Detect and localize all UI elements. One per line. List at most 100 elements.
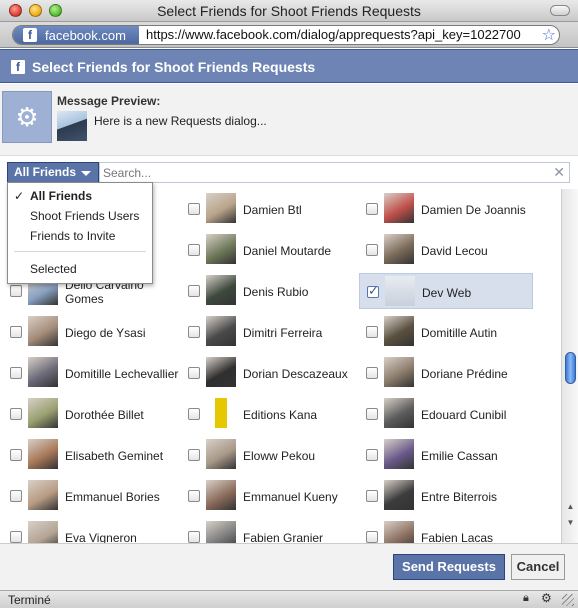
facebook-logo-icon: f [11,60,25,74]
friend-item[interactable]: Emmanuel Kueny [181,478,355,514]
friend-checkbox[interactable] [188,449,200,461]
friend-item[interactable]: Eloww Pekou [181,437,355,473]
friend-checkbox[interactable] [188,408,200,420]
site-name: facebook.com [45,27,126,43]
search-input[interactable] [100,163,540,182]
friend-checkbox[interactable] [366,531,378,543]
friend-checkbox[interactable] [366,326,378,338]
friend-avatar [206,357,236,387]
menu-item-label: Friends to Invite [30,229,116,243]
friend-name-text: Doriane Prédine [421,367,508,381]
friend-checkbox[interactable] [367,283,379,299]
send-requests-button[interactable]: Send Requests [393,554,505,580]
friend-checkbox[interactable] [188,531,200,543]
friend-item[interactable]: Fabien Granier [181,519,355,543]
friend-item[interactable]: Dorian Descazeaux [181,355,355,391]
friend-checkbox[interactable] [10,531,22,543]
friend-avatar [385,276,415,306]
friend-name-text: Fabien Lacas [421,531,494,543]
friend-avatar [28,357,58,387]
sender-avatar [57,111,87,141]
scrollbar-thumb[interactable] [565,352,576,384]
friend-name: Edouard Cunibil [421,400,539,430]
friend-item[interactable]: Damien Btl [181,191,355,227]
friend-checkbox[interactable] [366,449,378,461]
resize-grip[interactable] [562,594,574,606]
friend-checkbox[interactable] [366,203,378,215]
filter-menu: ✓ All Friends Shoot Friends Users Friend… [7,182,153,284]
friend-item[interactable]: Entre Biterrois [359,478,533,514]
friend-name: Dorothée Billet [65,400,183,430]
friend-checkbox[interactable] [10,367,22,379]
friend-avatar [384,193,414,223]
friend-item[interactable]: Doriane Prédine [359,355,533,391]
friend-avatar [206,439,236,469]
menu-item-selected[interactable]: Selected [8,260,152,278]
friend-checkbox[interactable] [188,490,200,502]
friends-scrollbar[interactable]: ▲ ▼ [561,189,578,543]
friend-checkbox[interactable] [10,326,22,338]
friend-checkbox[interactable] [188,244,200,256]
friend-checkbox[interactable] [366,367,378,379]
cancel-button[interactable]: Cancel [511,554,565,580]
window-titlebar: Select Friends for Shoot Friends Request… [0,0,578,22]
message-preview: ⚙ Message Preview: Here is a new Request… [0,84,578,156]
address-bar: f facebook.com https://www.facebook.com/… [0,22,578,48]
friend-avatar [28,480,58,510]
friend-checkbox[interactable] [10,490,22,502]
friend-item[interactable]: Dev Web [359,273,533,309]
friend-name: Emmanuel Bories [65,482,183,512]
friend-item[interactable]: Dorothée Billet [3,396,177,432]
clear-search-icon[interactable]: ✕ [553,164,565,181]
url-field[interactable]: f facebook.com https://www.facebook.com/… [12,25,560,45]
menu-item-all-friends[interactable]: ✓ All Friends [8,187,152,205]
friend-checkbox[interactable] [188,285,200,297]
friend-avatar [206,193,236,223]
site-identity-badge[interactable]: f facebook.com [13,26,139,44]
friend-checkbox[interactable] [366,244,378,256]
friend-name-text: Damien Btl [243,203,302,217]
friend-item[interactable]: Elisabeth Geminet [3,437,177,473]
friend-avatar [384,439,414,469]
friend-item[interactable]: Domitille Lechevallier [3,355,178,391]
friend-name: Entre Biterrois [421,482,539,512]
friend-filter-dropdown[interactable]: All Friends [7,162,99,183]
bookmark-star-icon[interactable]: ☆ [542,26,556,44]
friend-item[interactable]: Domitille Autin [359,314,533,350]
friend-checkbox[interactable] [10,285,22,297]
menu-item-friends-to-invite[interactable]: Friends to Invite [8,227,152,245]
friend-checkbox[interactable] [188,326,200,338]
friend-checkbox[interactable] [366,408,378,420]
friend-item[interactable]: Denis Rubio [181,273,355,309]
friend-item[interactable]: Daniel Moutarde [181,232,355,268]
friend-checkbox[interactable] [188,203,200,215]
menu-item-label: Shoot Friends Users [30,209,140,223]
friend-name-text: David Lecou [421,244,488,258]
friend-item[interactable]: Emilie Cassan [359,437,533,473]
friend-item[interactable]: Eva Vigneron [3,519,177,543]
friend-name-text: Emmanuel Kueny [243,490,338,504]
friend-avatar [384,480,414,510]
friend-item[interactable]: Fabien Lacas [359,519,533,543]
url-text[interactable]: https://www.facebook.com/dialog/appreque… [146,27,541,42]
menu-item-label: Selected [30,262,77,276]
scroll-down-icon[interactable]: ▼ [564,517,577,529]
friend-item[interactable]: David Lecou [359,232,533,268]
friend-checkbox[interactable] [10,449,22,461]
friend-item[interactable]: Dimitri Ferreira [181,314,355,350]
friend-item[interactable]: Damien De Joannis [359,191,533,227]
friend-item[interactable]: Diego de Ysasi [3,314,177,350]
friend-item[interactable]: Edouard Cunibil [359,396,533,432]
friend-checkbox[interactable] [188,367,200,379]
friend-name: Fabien Granier [243,523,361,543]
menu-item-app-users[interactable]: Shoot Friends Users [8,207,152,225]
friend-item[interactable]: Emmanuel Bories [3,478,177,514]
scroll-up-icon[interactable]: ▲ [564,501,577,513]
friend-checkbox[interactable] [10,408,22,420]
friend-name: Dorian Descazeaux [243,359,361,389]
friend-name-text: Dorian Descazeaux [243,367,348,381]
friend-item[interactable]: Editions Kana [181,396,355,432]
toolbar-toggle-button[interactable] [550,5,570,16]
friend-name: Fabien Lacas [421,523,539,543]
friend-checkbox[interactable] [366,490,378,502]
